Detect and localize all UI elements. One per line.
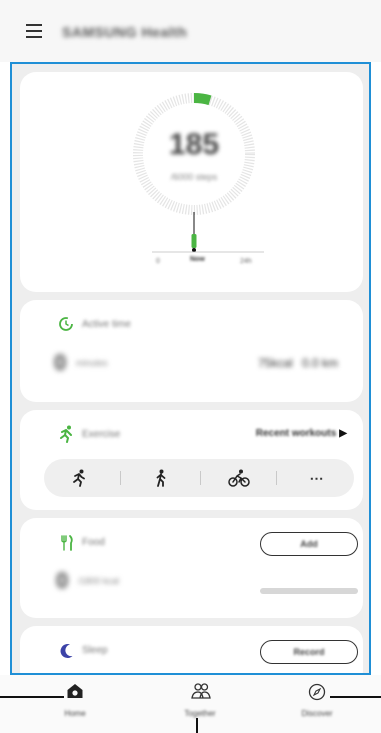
- food-label: Food: [82, 537, 105, 548]
- active-calories: 75kcal: [258, 356, 293, 370]
- walking-button[interactable]: [126, 459, 196, 497]
- steps-count: 185: [168, 128, 220, 161]
- active-distance: 0.0 km: [302, 356, 339, 370]
- bottom-navigation: Home Together Discover: [0, 675, 381, 733]
- timeline-end-label: 24h: [240, 258, 252, 265]
- callout-line-together: [196, 718, 198, 733]
- recent-workouts-label: Recent workouts: [255, 428, 337, 439]
- nav-discover[interactable]: Discover: [272, 683, 362, 727]
- food-card[interactable]: Food Add 0 /1800 kcal: [20, 518, 363, 618]
- steps-card[interactable]: 185 /6000 steps 0 Now 24h: [20, 72, 363, 292]
- exercise-label: Exercise: [82, 429, 121, 440]
- food-value: 0: [56, 568, 69, 593]
- steps-timeline: [152, 212, 264, 253]
- nav-home-label: Home: [64, 709, 86, 718]
- steps-goal: /6000 steps: [170, 172, 218, 182]
- sleep-label: Sleep: [82, 645, 108, 656]
- running-icon: [73, 469, 85, 487]
- active-time-value: 0: [54, 350, 67, 375]
- sleep-card[interactable]: Sleep Record: [20, 626, 363, 673]
- record-sleep-label: Record: [293, 647, 325, 657]
- type-divider: [120, 471, 121, 485]
- nav-discover-label: Discover: [301, 709, 333, 718]
- callout-line-home: [0, 696, 64, 698]
- play-arrow-icon: ▶: [339, 428, 347, 439]
- more-icon: ⋯: [309, 469, 325, 486]
- fork-knife-icon: [61, 535, 73, 551]
- more-types-button[interactable]: ⋯: [282, 459, 352, 497]
- app-header: SAMSUNG Health: [0, 0, 381, 62]
- nav-together[interactable]: Together: [155, 683, 245, 727]
- walking-icon: [156, 469, 166, 487]
- type-divider: [276, 471, 277, 485]
- active-time-icon: [59, 317, 73, 331]
- cycling-button[interactable]: [204, 459, 274, 497]
- nav-together-label: Together: [184, 709, 216, 718]
- compass-icon: [308, 683, 326, 701]
- moon-icon: [60, 644, 73, 659]
- cycling-icon: [228, 469, 250, 487]
- nav-home[interactable]: Home: [30, 683, 120, 727]
- active-time-card[interactable]: Active time 0 minutes 75kcal 0.0 km: [20, 300, 363, 402]
- add-food-label: Add: [300, 539, 318, 549]
- exercise-running-icon: [60, 425, 72, 443]
- app-title: SAMSUNG Health: [62, 24, 188, 40]
- together-icon: [191, 683, 211, 699]
- menu-icon[interactable]: [26, 24, 44, 38]
- active-time-label: Active time: [82, 319, 131, 330]
- recent-workouts-link[interactable]: Recent workouts ▶: [256, 428, 347, 439]
- record-sleep-button[interactable]: Record: [260, 640, 358, 664]
- callout-line-discover: [330, 696, 381, 698]
- home-icon: [67, 684, 83, 698]
- timeline-start-label: 0: [156, 258, 160, 265]
- timeline-now-label: Now: [190, 256, 205, 263]
- running-button[interactable]: [44, 459, 114, 497]
- food-progress-bar: [260, 588, 358, 594]
- food-goal: /1800 kcal: [78, 576, 120, 586]
- content-area: 185 /6000 steps 0 Now 24h Active time 0 …: [10, 62, 371, 675]
- type-divider: [200, 471, 201, 485]
- active-time-unit: minutes: [76, 358, 108, 368]
- exercise-type-strip: ⋯: [44, 459, 354, 497]
- exercise-card[interactable]: Exercise Recent workouts ▶ ⋯: [20, 410, 363, 510]
- add-food-button[interactable]: Add: [260, 532, 358, 556]
